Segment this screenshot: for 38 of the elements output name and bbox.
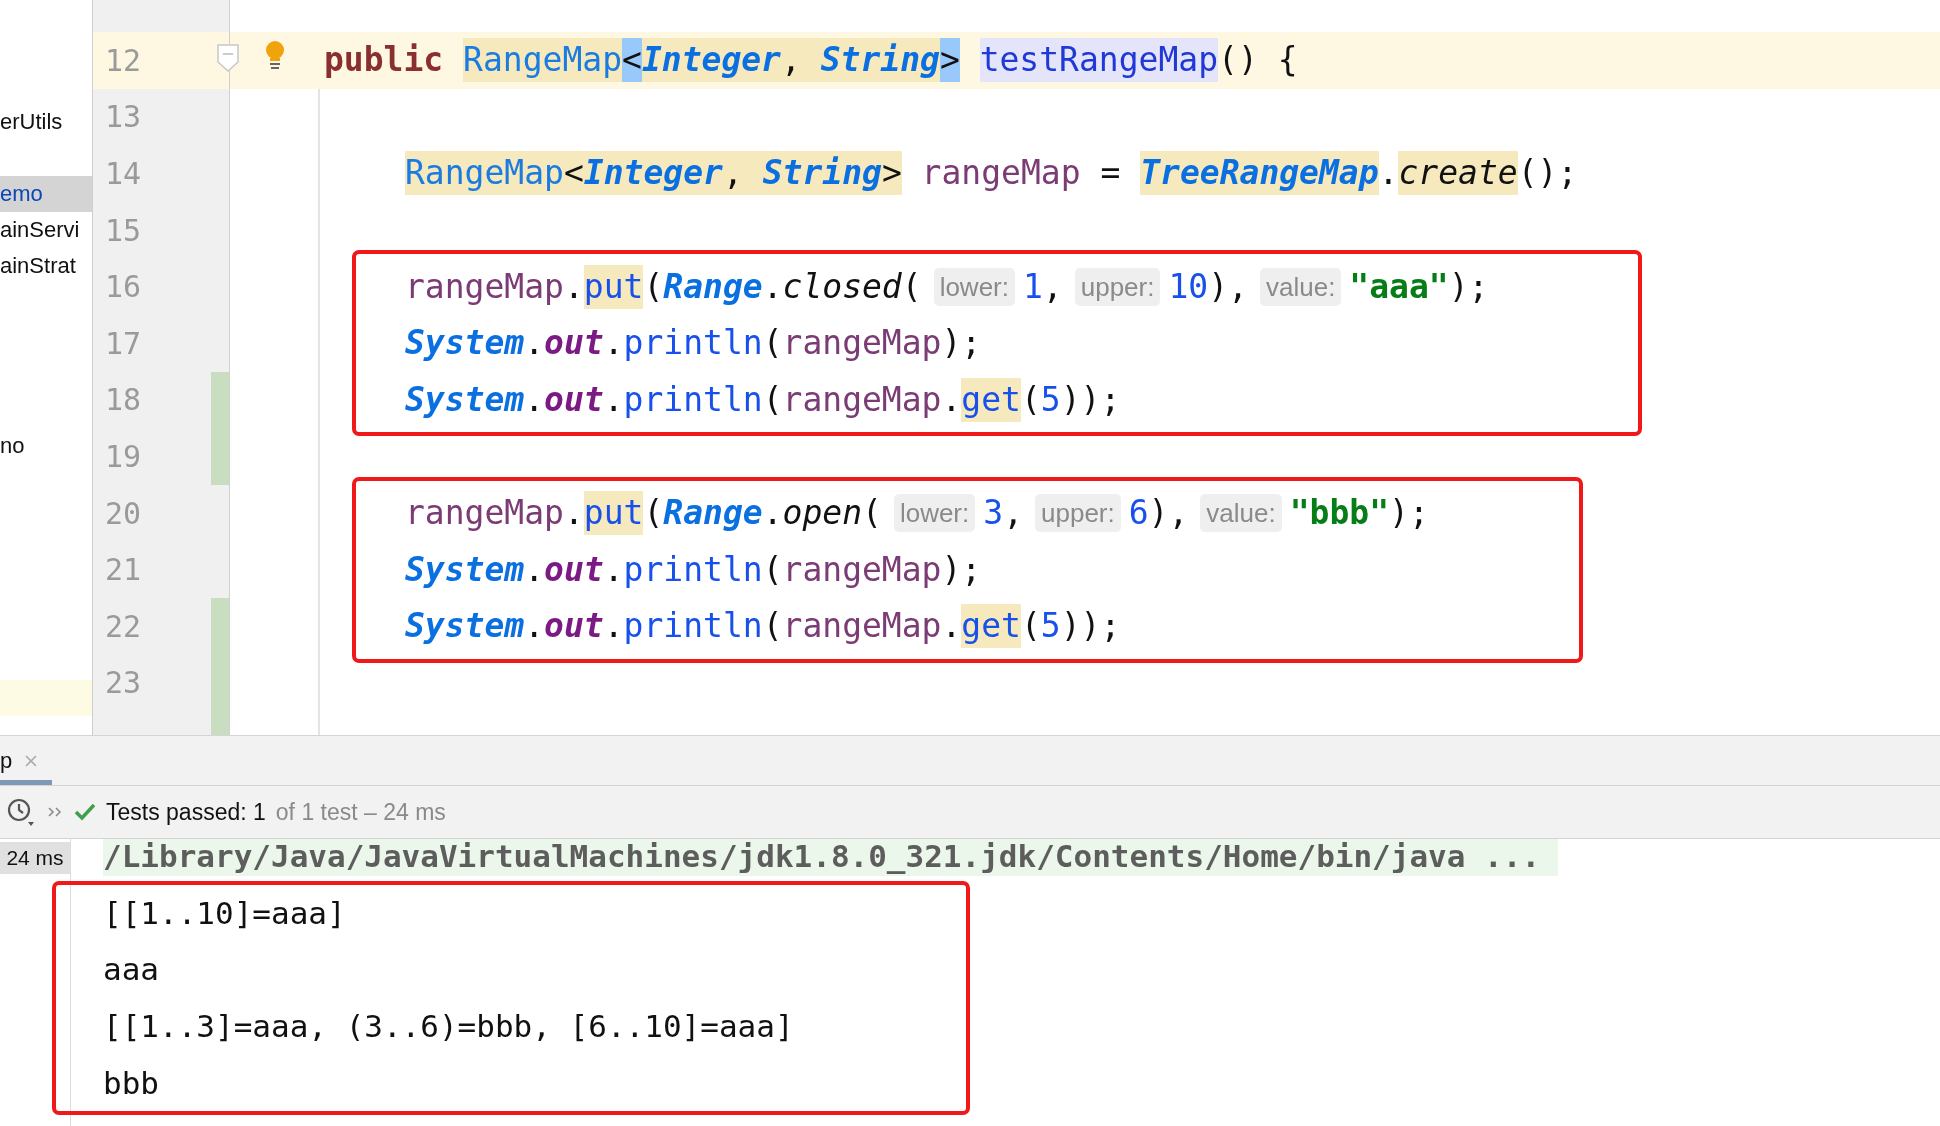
code-line: System.out.println(rangeMap.get(5)); xyxy=(405,377,1121,422)
tree-item[interactable]: ainServi xyxy=(0,212,92,248)
lightbulb-icon[interactable] xyxy=(264,40,286,70)
expand-icon[interactable] xyxy=(46,805,64,819)
console-output: [[1..3]=aaa, (3..6)=bbb, [6..10]=aaa] xyxy=(103,1007,794,1047)
code-line: RangeMap<Integer, String> rangeMap = TreeRangeMap.create(); xyxy=(405,151,1578,196)
close-icon[interactable] xyxy=(24,753,39,768)
tree-item[interactable]: no xyxy=(0,428,92,464)
history-icon[interactable] xyxy=(6,797,36,827)
fold-icon[interactable] xyxy=(217,44,239,72)
tree-item[interactable]: erUtils xyxy=(0,104,92,140)
line-number: 19 xyxy=(104,438,142,474)
line-number: 18 xyxy=(104,382,142,418)
test-summary: Tests passed: 1 xyxy=(106,798,266,826)
line-number: 12 xyxy=(104,42,142,78)
line-number: 15 xyxy=(104,212,142,248)
code-line: rangeMap.put(Range.open( lower: 3, upper: 6), value: "bbb"); xyxy=(405,491,1429,536)
line-number: 23 xyxy=(104,665,142,701)
line-number: 21 xyxy=(104,552,142,588)
line-number: 16 xyxy=(104,269,142,305)
code-line: rangeMap.put(Range.closed( lower: 1, upper: 10), value: "aaa"); xyxy=(405,264,1489,309)
console-output: [[1..10]=aaa] xyxy=(103,893,346,933)
console-output: aaa xyxy=(103,950,159,990)
code-line: System.out.println(rangeMap); xyxy=(405,548,982,591)
line-number: 20 xyxy=(104,495,142,531)
code-line: public RangeMap<Integer, String> testRangeMap() { xyxy=(324,38,1298,83)
test-detail: of 1 test – 24 ms xyxy=(275,798,446,826)
tree-item[interactable]: emo xyxy=(0,176,92,212)
tree-item[interactable]: ainStrat xyxy=(0,248,92,284)
check-icon xyxy=(74,802,96,822)
line-number: 13 xyxy=(104,99,142,135)
line-number: 14 xyxy=(104,156,142,191)
code-line: System.out.println(rangeMap.get(5)); xyxy=(405,604,1121,649)
code-line: System.out.println(rangeMap); xyxy=(405,322,982,365)
line-number: 22 xyxy=(104,608,142,644)
line-number: 17 xyxy=(104,325,142,361)
test-duration: 24 ms xyxy=(0,842,70,874)
console-output: bbb xyxy=(103,1063,159,1103)
